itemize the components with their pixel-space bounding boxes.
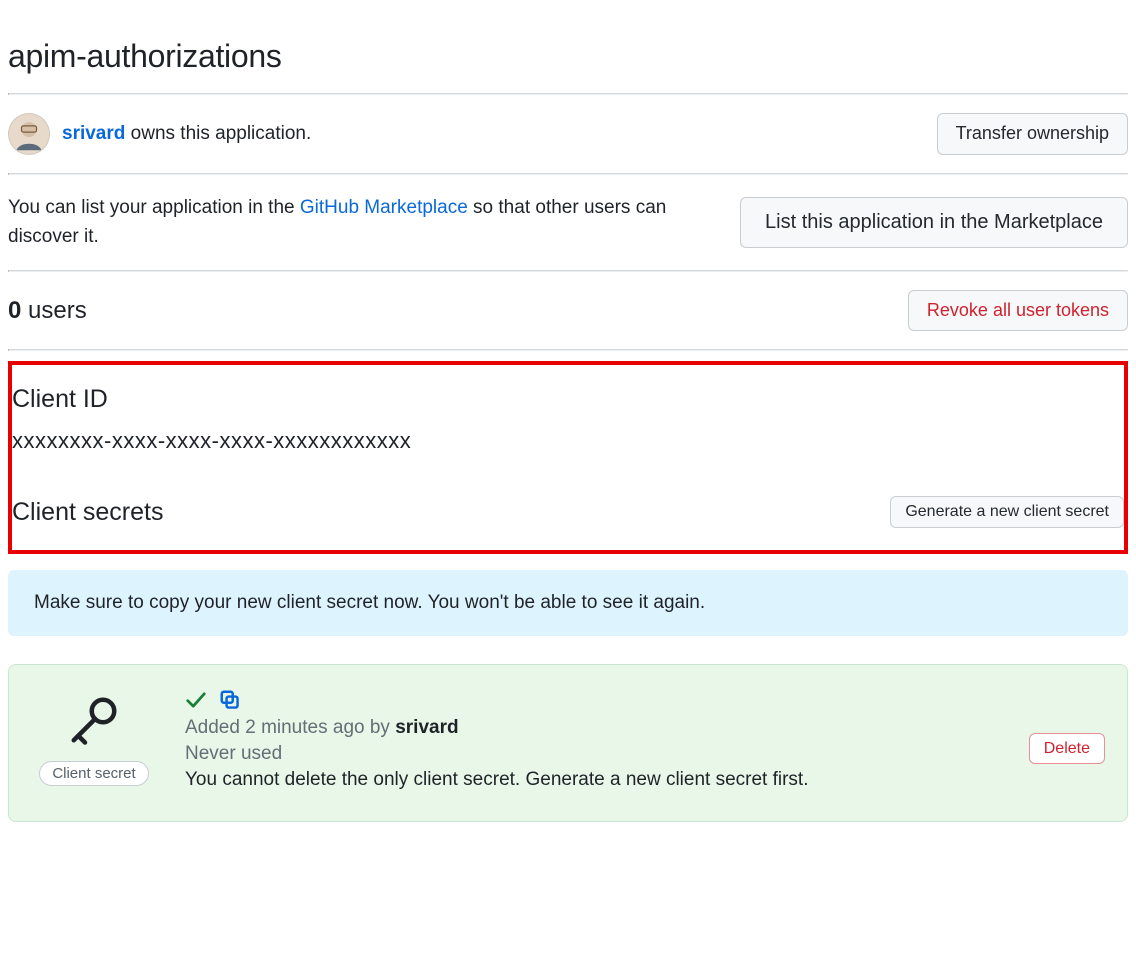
delete-secret-button[interactable]: Delete bbox=[1029, 733, 1105, 764]
secret-used-meta: Never used bbox=[185, 743, 1001, 765]
client-secrets-header: Client secrets Generate a new client sec… bbox=[12, 496, 1124, 527]
client-credentials-highlight: Client ID xxxxxxxx-xxxx-xxxx-xxxx-xxxxxx… bbox=[8, 361, 1128, 553]
list-in-marketplace-button[interactable]: List this application in the Marketplace bbox=[740, 197, 1128, 248]
transfer-ownership-button[interactable]: Transfer ownership bbox=[937, 113, 1128, 155]
secret-added-meta: Added 2 minutes ago by srivard bbox=[185, 717, 1001, 739]
client-id-label: Client ID bbox=[12, 385, 1124, 414]
client-secrets-label: Client secrets bbox=[12, 498, 163, 527]
copy-secret-warning: Make sure to copy your new client secret… bbox=[8, 570, 1128, 636]
secret-added-by: srivard bbox=[395, 717, 458, 738]
marketplace-description: You can list your application in the Git… bbox=[8, 193, 728, 252]
owner-suffix: owns this application. bbox=[125, 123, 311, 144]
copy-icon[interactable] bbox=[219, 689, 241, 711]
owner-text: srivard owns this application. bbox=[62, 123, 311, 145]
avatar-icon bbox=[9, 114, 49, 154]
owner-username-link[interactable]: srivard bbox=[62, 123, 125, 144]
revoke-all-tokens-button[interactable]: Revoke all user tokens bbox=[908, 290, 1128, 332]
marketplace-text-pre: You can list your application in the bbox=[8, 197, 300, 218]
users-count-number: 0 bbox=[8, 297, 21, 324]
key-icon bbox=[67, 693, 121, 747]
users-count: 0 users bbox=[8, 297, 87, 325]
users-section: 0 users Revoke all user tokens bbox=[8, 272, 1128, 350]
client-secret-badge: Client secret bbox=[39, 761, 148, 786]
secret-delete-note: You cannot delete the only client secret… bbox=[185, 769, 1001, 791]
secret-added-prefix: Added 2 minutes ago by bbox=[185, 717, 395, 738]
owner-section: srivard owns this application. Transfer … bbox=[8, 95, 1128, 173]
generate-new-client-secret-button[interactable]: Generate a new client secret bbox=[890, 496, 1124, 527]
check-icon bbox=[185, 689, 207, 711]
client-secret-card: Client secret Added 2 minutes ago by sri… bbox=[8, 664, 1128, 822]
marketplace-section: You can list your application in the Git… bbox=[8, 175, 1128, 270]
avatar bbox=[8, 113, 50, 155]
client-id-value: xxxxxxxx-xxxx-xxxx-xxxx-xxxxxxxxxxxx bbox=[12, 428, 1124, 454]
divider bbox=[8, 349, 1128, 351]
users-count-label: users bbox=[21, 297, 86, 324]
page-title: apim-authorizations bbox=[8, 38, 1128, 75]
github-marketplace-link[interactable]: GitHub Marketplace bbox=[300, 197, 468, 218]
